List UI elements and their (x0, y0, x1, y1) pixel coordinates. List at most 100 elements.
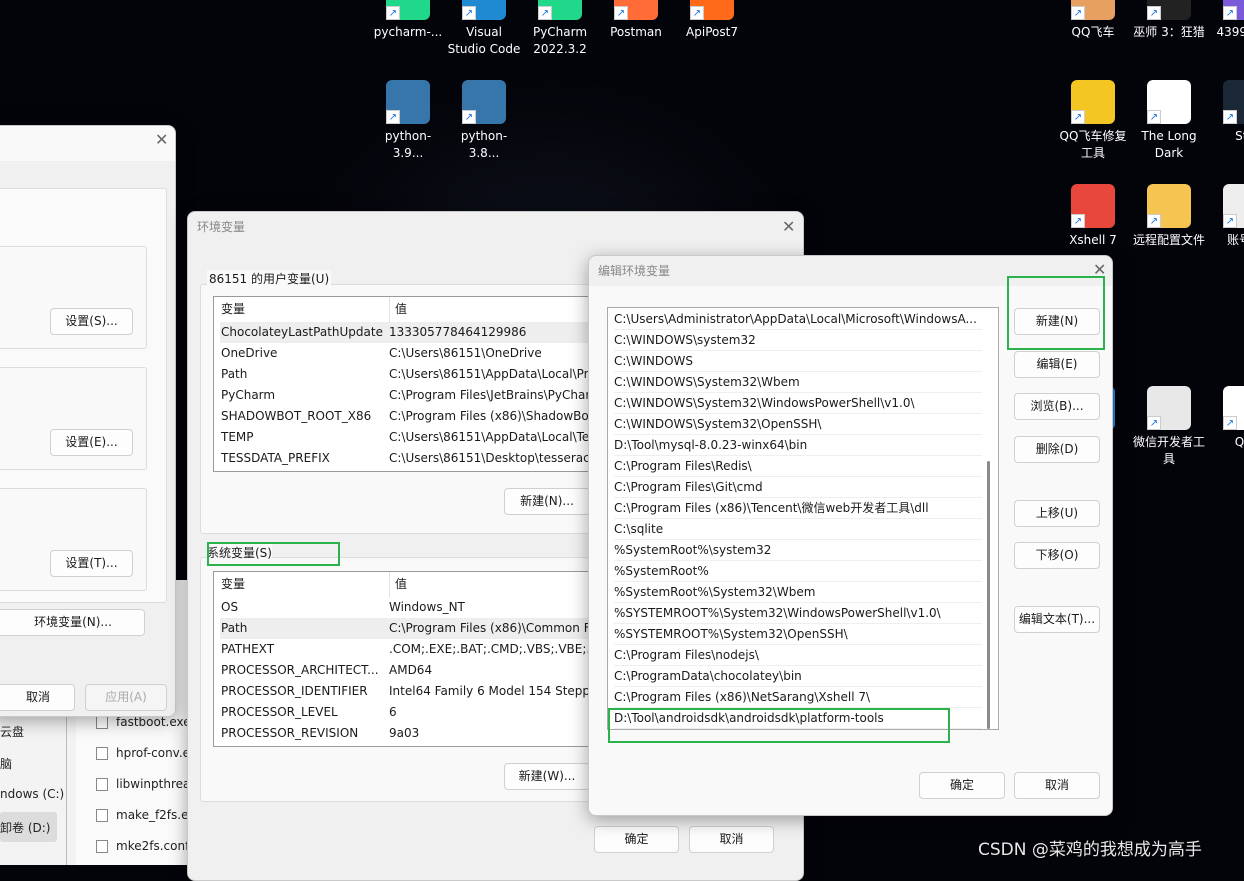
desktop-icon[interactable]: ↗ The Long Dark (1131, 80, 1207, 162)
system-new-button[interactable]: 新建(W)... (504, 763, 590, 790)
cancel-button[interactable]: 取消 (0, 684, 75, 711)
desktop-icon[interactable]: ↗ ApiPost7 (674, 0, 750, 41)
edit-button[interactable]: 编辑(E) (1014, 351, 1100, 378)
desktop-icon[interactable]: ↗ Xshell 7 (1055, 184, 1131, 249)
variable-name: PROCESSOR_LEVEL (221, 705, 338, 719)
file-name: fastboot.exe (116, 715, 191, 729)
file-item[interactable]: make_f2fs.ex (96, 808, 195, 822)
desktop-icon[interactable]: ↗ 账号密 (1207, 184, 1244, 249)
table-row[interactable]: SHADOWBOT_ROOT_X86 C:\Program Files (x86)… (220, 406, 612, 427)
close-icon[interactable]: ✕ (155, 130, 168, 149)
path-entry[interactable]: %SystemRoot%\system32 (614, 540, 982, 561)
path-entry[interactable]: %SYSTEMROOT%\System32\OpenSSH\ (614, 624, 982, 645)
table-row[interactable]: PyCharm C:\Program Files\JetBrains\PyChar… (220, 385, 612, 406)
user-new-button[interactable]: 新建(N)... (504, 488, 590, 515)
performance-settings-button[interactable]: 设置(S)... (50, 308, 133, 335)
column-header-value[interactable]: 值 (389, 572, 407, 597)
desktop-icon[interactable]: ↗ 远程配置文件 (1131, 184, 1207, 249)
desktop-icon-label: Ste (1235, 129, 1244, 143)
path-entry[interactable]: C:\WINDOWS\system32 (614, 330, 982, 351)
table-row[interactable]: PROCESSOR_IDENTIFIER Intel64 Family 6 Mod… (220, 681, 612, 702)
table-row[interactable]: TEMP C:\Users\86151\AppData\Local\Te (220, 427, 612, 448)
desktop-icon[interactable]: ↗ PyCharm 2022.3.2 (522, 0, 598, 58)
user-variables-table[interactable]: 变量 值 ChocolateyLastPathUpdate 1333057784641… (213, 296, 613, 472)
sidebar-item[interactable]: ndows (C:) (0, 787, 64, 801)
variable-name: TESSDATA_PREFIX (221, 451, 330, 465)
desktop-icon[interactable]: ↗ 4399游Or (1207, 0, 1244, 41)
desktop-icon[interactable]: ↗ python-3.9... (370, 80, 446, 162)
path-entry[interactable]: C:\ProgramData\chocolatey\bin (614, 666, 982, 687)
path-entry[interactable]: C:\Program Files\Git\cmd (614, 477, 982, 498)
move-down-button[interactable]: 下移(O) (1014, 542, 1100, 569)
table-row[interactable]: Path C:\Users\86151\AppData\Local\Pro (220, 364, 612, 385)
path-entry[interactable]: C:\WINDOWS\System32\WindowsPowerShell\v1… (614, 393, 982, 414)
desktop-icon[interactable]: ↗ QQ飞车 (1055, 0, 1131, 41)
desktop-icon[interactable]: ↗ Visual Studio Code (446, 0, 522, 58)
desktop-icon-label: 微信开发者工具 (1132, 435, 1205, 466)
variable-value: Windows_NT (389, 600, 465, 614)
path-entry[interactable]: C:\Users\Administrator\AppData\Local\Mic… (614, 309, 982, 330)
path-entry[interactable]: %SYSTEMROOT%\System32\WindowsPowerShell\… (614, 603, 982, 624)
table-row[interactable]: PATHEXT .COM;.EXE;.BAT;.CMD;.VBS;.VBE;.JS (220, 639, 612, 660)
move-up-button[interactable]: 上移(U) (1014, 500, 1100, 527)
path-entry[interactable]: %SystemRoot%\System32\Wbem (614, 582, 982, 603)
desktop-icon[interactable]: ↗ python-3.8... (446, 80, 522, 162)
path-entry[interactable]: C:\WINDOWS\System32\Wbem (614, 372, 982, 393)
file-item[interactable]: hprof-conv.e (96, 746, 190, 760)
desktop-icon[interactable]: ↗ Postman (598, 0, 674, 41)
path-entry[interactable]: C:\WINDOWS\System32\OpenSSH\ (614, 414, 982, 435)
startup-settings-button[interactable]: 设置(T)... (50, 550, 133, 577)
desktop-icon-label: Visual Studio Code (447, 25, 521, 56)
path-entry[interactable]: C:\Program Files (x86)\NetSarang\Xshell … (614, 687, 982, 708)
path-entry[interactable]: C:\sqlite (614, 519, 982, 540)
path-entry[interactable]: C:\Program Files\nodejs\ (614, 645, 982, 666)
sidebar-item[interactable]: 脑 (0, 755, 12, 772)
variable-name: Path (221, 621, 248, 635)
desktop-icon[interactable]: ↗ Qui (1207, 386, 1244, 451)
environment-variables-button[interactable]: 环境变量(N)... (0, 609, 145, 636)
shortcut-arrow-icon: ↗ (1071, 214, 1085, 228)
scrollbar-thumb[interactable] (987, 461, 990, 729)
path-entries-list[interactable]: C:\Users\Administrator\AppData\Local\Mic… (607, 307, 999, 730)
path-entry[interactable]: C:\Program Files (x86)\Tencent\微信web开发者工… (614, 498, 982, 519)
column-header-value[interactable]: 值 (389, 297, 407, 322)
table-row[interactable]: TESSDATA_PREFIX C:\Users\86151\Desktop\te… (220, 448, 612, 469)
file-item[interactable]: fastboot.exe (96, 715, 191, 729)
cancel-button[interactable]: 取消 (689, 826, 774, 853)
desktop-icon[interactable]: ↗ Ste (1207, 80, 1244, 145)
browse-button[interactable]: 浏览(B)... (1014, 393, 1100, 420)
table-row[interactable]: PROCESSOR_REVISION 9a03 (220, 723, 612, 744)
system-properties-dialog: ✕ 设置(S)... 设置(E)... 设置(T)... 环境变量(N)... … (0, 125, 176, 717)
table-row[interactable]: PROCESSOR_LEVEL 6 (220, 702, 612, 723)
path-entry[interactable]: C:\WINDOWS (614, 351, 982, 372)
cancel-button[interactable]: 取消 (1014, 772, 1100, 799)
close-icon[interactable]: ✕ (782, 217, 795, 236)
table-row[interactable]: ChocolateyLastPathUpdate 1333057784641299… (220, 322, 612, 343)
profile-settings-button[interactable]: 设置(E)... (50, 429, 133, 456)
ok-button[interactable]: 确定 (919, 772, 1005, 799)
sidebar-item[interactable]: 卸卷 (D:) (0, 819, 50, 836)
path-entry[interactable]: C:\Program Files\Redis\ (614, 456, 982, 477)
path-entry[interactable]: %SystemRoot% (614, 561, 982, 582)
variable-value: C:\Users\86151\AppData\Local\Pro (389, 367, 596, 381)
file-item[interactable]: mke2fs.conf (96, 839, 189, 853)
desktop-icon-label: python-3.9... (384, 129, 432, 160)
edit-text-button[interactable]: 编辑文本(T)... (1014, 606, 1100, 633)
column-header-variable[interactable]: 变量 (221, 572, 245, 597)
delete-button[interactable]: 删除(D) (1014, 436, 1100, 463)
desktop-icon[interactable]: ↗ 巫师 3：狂猎 (1131, 0, 1207, 41)
column-header-variable[interactable]: 变量 (221, 297, 245, 322)
new-button[interactable]: 新建(N) (1014, 308, 1100, 335)
sidebar-item[interactable]: 云盘 (0, 723, 24, 740)
path-entry[interactable]: D:\Tool\mysql-8.0.23-winx64\bin (614, 435, 982, 456)
system-variables-table[interactable]: 变量 值 OS Windows_NT Path C:\Program Files (x86… (213, 571, 613, 747)
table-row[interactable]: PROCESSOR_ARCHITECT... AMD64 (220, 660, 612, 681)
ok-button[interactable]: 确定 (594, 826, 679, 853)
desktop-icon[interactable]: ↗ QQ飞车修复工具 (1055, 80, 1131, 162)
desktop-icon[interactable]: ↗ pycharm-... (370, 0, 446, 41)
desktop-icon[interactable]: ↗ 微信开发者工具 (1131, 386, 1207, 468)
table-row[interactable]: Path C:\Program Files (x86)\Common Fi (220, 618, 612, 639)
table-row[interactable]: OneDrive C:\Users\86151\OneDrive (220, 343, 612, 364)
file-item[interactable]: libwinpthrea (96, 777, 190, 791)
table-row[interactable]: OS Windows_NT (220, 597, 612, 618)
